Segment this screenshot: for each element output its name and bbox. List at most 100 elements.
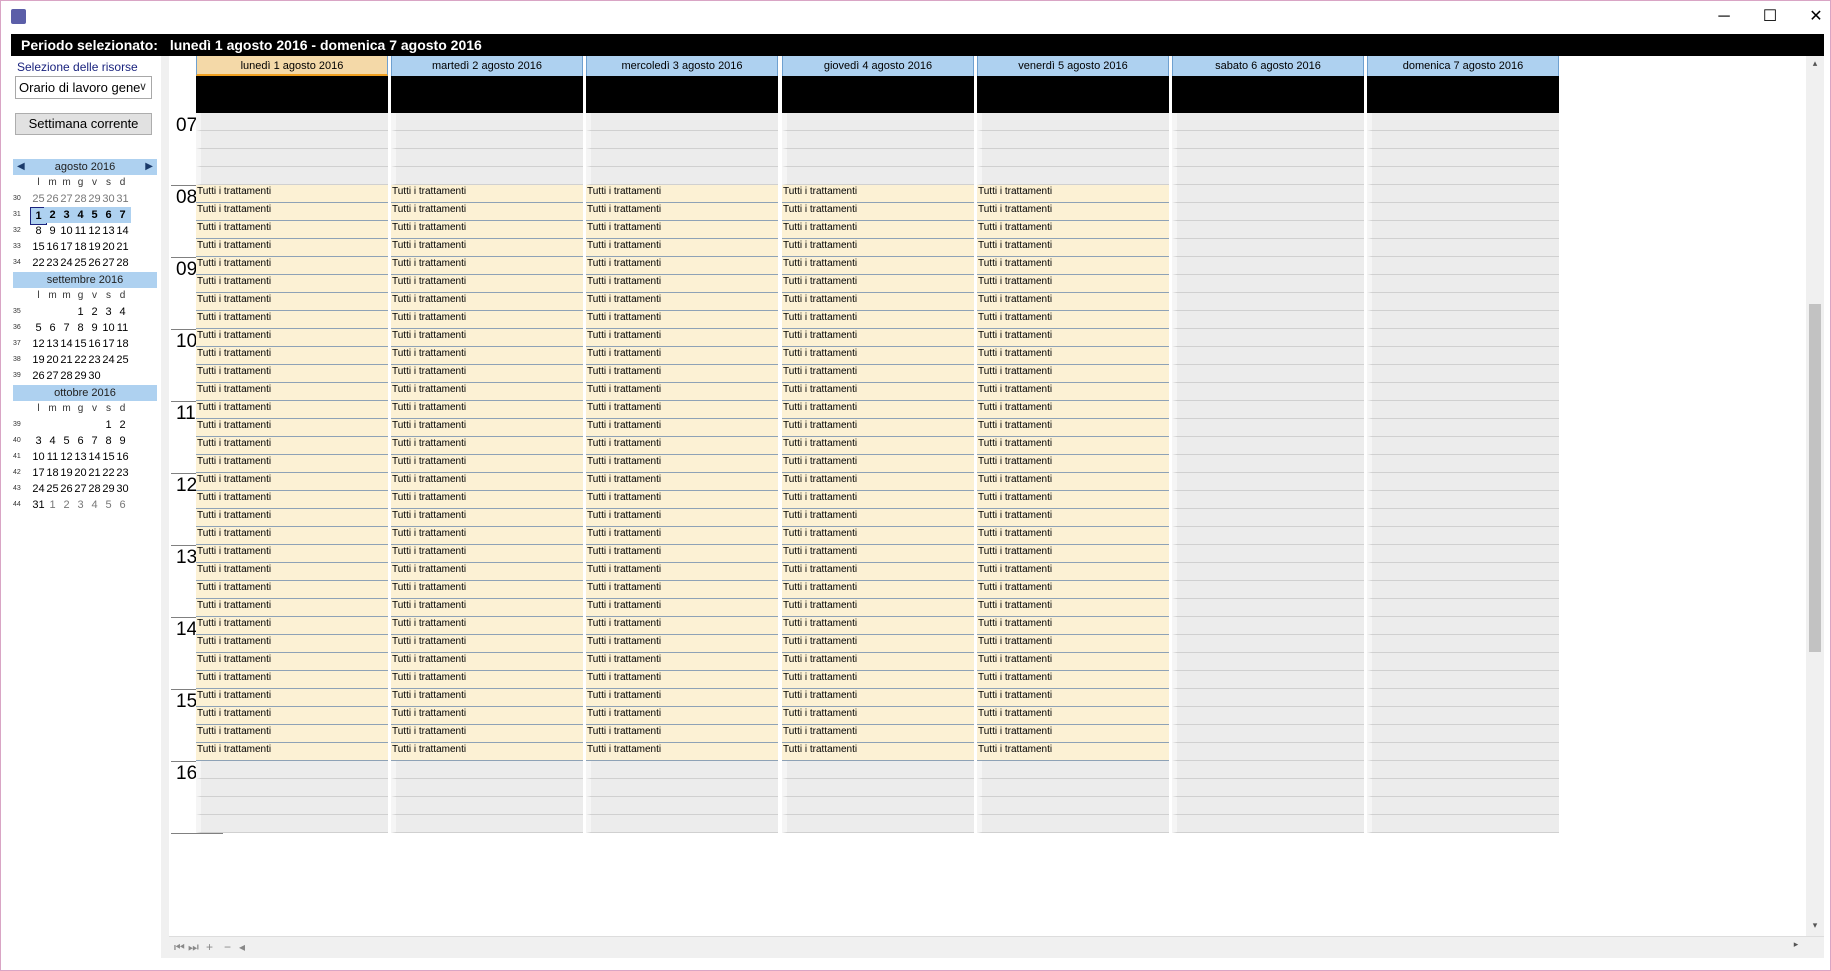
appointment-slot[interactable]: Tutti i trattamenti: [977, 311, 1169, 329]
appointment-slot[interactable]: Tutti i trattamenti: [586, 653, 778, 671]
appointment-slot[interactable]: Tutti i trattamenti: [977, 329, 1169, 347]
appointment-slot[interactable]: Tutti i trattamenti: [977, 527, 1169, 545]
empty-slot[interactable]: [1172, 707, 1364, 725]
appointment-slot[interactable]: Tutti i trattamenti: [586, 239, 778, 257]
empty-slot[interactable]: [782, 131, 974, 149]
appointment-slot[interactable]: Tutti i trattamenti: [586, 671, 778, 689]
appointment-slot[interactable]: Tutti i trattamenti: [586, 365, 778, 383]
empty-slot[interactable]: [1367, 329, 1559, 347]
appointment-slot[interactable]: Tutti i trattamenti: [391, 707, 583, 725]
appointment-slot[interactable]: Tutti i trattamenti: [196, 329, 388, 347]
appointment-slot[interactable]: Tutti i trattamenti: [391, 671, 583, 689]
appointment-slot[interactable]: Tutti i trattamenti: [977, 401, 1169, 419]
appointment-slot[interactable]: Tutti i trattamenti: [782, 527, 974, 545]
empty-slot[interactable]: [1367, 509, 1559, 527]
empty-slot[interactable]: [1367, 815, 1559, 833]
empty-slot[interactable]: [1367, 455, 1559, 473]
appointment-slot[interactable]: Tutti i trattamenti: [391, 617, 583, 635]
appointment-slot[interactable]: Tutti i trattamenti: [782, 545, 974, 563]
appointment-slot[interactable]: Tutti i trattamenti: [586, 185, 778, 203]
empty-slot[interactable]: [1172, 329, 1364, 347]
empty-slot[interactable]: [1172, 419, 1364, 437]
appointment-slot[interactable]: Tutti i trattamenti: [586, 203, 778, 221]
scroll-down-icon[interactable]: ▾: [1806, 920, 1824, 931]
day-header[interactable]: martedì 2 agosto 2016: [391, 56, 583, 76]
appointment-slot[interactable]: Tutti i trattamenti: [977, 347, 1169, 365]
empty-slot[interactable]: [1172, 545, 1364, 563]
empty-slot[interactable]: [586, 167, 778, 185]
appointment-slot[interactable]: Tutti i trattamenti: [782, 383, 974, 401]
empty-slot[interactable]: [1367, 581, 1559, 599]
day-cell[interactable]: 6: [114, 497, 131, 513]
appointment-slot[interactable]: Tutti i trattamenti: [782, 689, 974, 707]
appointment-slot[interactable]: Tutti i trattamenti: [977, 275, 1169, 293]
empty-slot[interactable]: [1172, 725, 1364, 743]
appointment-slot[interactable]: Tutti i trattamenti: [196, 617, 388, 635]
appointment-slot[interactable]: Tutti i trattamenti: [391, 725, 583, 743]
empty-slot[interactable]: [1367, 131, 1559, 149]
empty-slot[interactable]: [1172, 131, 1364, 149]
empty-slot[interactable]: [1172, 401, 1364, 419]
empty-slot[interactable]: [1172, 815, 1364, 833]
empty-slot[interactable]: [1367, 401, 1559, 419]
appointment-slot[interactable]: Tutti i trattamenti: [196, 545, 388, 563]
appointment-slot[interactable]: Tutti i trattamenti: [586, 275, 778, 293]
appointment-slot[interactable]: Tutti i trattamenti: [977, 581, 1169, 599]
empty-slot[interactable]: [1367, 761, 1559, 779]
empty-slot[interactable]: [1172, 671, 1364, 689]
empty-slot[interactable]: [1172, 509, 1364, 527]
appointment-slot[interactable]: Tutti i trattamenti: [782, 185, 974, 203]
appointment-slot[interactable]: Tutti i trattamenti: [977, 257, 1169, 275]
appointment-slot[interactable]: Tutti i trattamenti: [977, 743, 1169, 761]
appointment-slot[interactable]: Tutti i trattamenti: [196, 419, 388, 437]
empty-slot[interactable]: [977, 797, 1169, 815]
appointment-slot[interactable]: Tutti i trattamenti: [391, 527, 583, 545]
empty-slot[interactable]: [1367, 365, 1559, 383]
appointment-slot[interactable]: Tutti i trattamenti: [782, 707, 974, 725]
empty-slot[interactable]: [1172, 293, 1364, 311]
empty-slot[interactable]: [1172, 383, 1364, 401]
empty-slot[interactable]: [1367, 257, 1559, 275]
appointment-slot[interactable]: Tutti i trattamenti: [586, 437, 778, 455]
empty-slot[interactable]: [1367, 689, 1559, 707]
empty-slot[interactable]: [1367, 707, 1559, 725]
empty-slot[interactable]: [586, 779, 778, 797]
appointment-slot[interactable]: Tutti i trattamenti: [977, 473, 1169, 491]
empty-slot[interactable]: [1367, 185, 1559, 203]
empty-slot[interactable]: [196, 779, 388, 797]
appointment-slot[interactable]: Tutti i trattamenti: [782, 473, 974, 491]
appointment-slot[interactable]: Tutti i trattamenti: [782, 401, 974, 419]
appointment-slot[interactable]: Tutti i trattamenti: [586, 473, 778, 491]
appointment-slot[interactable]: Tutti i trattamenti: [196, 365, 388, 383]
empty-slot[interactable]: [1172, 743, 1364, 761]
empty-slot[interactable]: [1367, 797, 1559, 815]
empty-slot[interactable]: [1367, 725, 1559, 743]
appointment-slot[interactable]: Tutti i trattamenti: [391, 455, 583, 473]
all-day-area[interactable]: [1172, 76, 1364, 113]
empty-slot[interactable]: [196, 797, 388, 815]
empty-slot[interactable]: [391, 761, 583, 779]
empty-slot[interactable]: [586, 815, 778, 833]
all-day-area[interactable]: [977, 76, 1169, 113]
horizontal-scrollbar[interactable]: ▸: [257, 939, 1805, 956]
appointment-slot[interactable]: Tutti i trattamenti: [782, 455, 974, 473]
appointment-slot[interactable]: Tutti i trattamenti: [977, 419, 1169, 437]
appointment-slot[interactable]: Tutti i trattamenti: [782, 257, 974, 275]
appointment-slot[interactable]: Tutti i trattamenti: [391, 635, 583, 653]
empty-slot[interactable]: [1172, 167, 1364, 185]
empty-slot[interactable]: [977, 113, 1169, 131]
day-cell[interactable]: 30: [86, 368, 103, 384]
empty-slot[interactable]: [1367, 671, 1559, 689]
empty-slot[interactable]: [1172, 275, 1364, 293]
appointment-slot[interactable]: Tutti i trattamenti: [391, 239, 583, 257]
empty-slot[interactable]: [782, 761, 974, 779]
appointment-slot[interactable]: Tutti i trattamenti: [196, 437, 388, 455]
all-day-area[interactable]: [586, 76, 778, 113]
appointment-slot[interactable]: Tutti i trattamenti: [586, 581, 778, 599]
appointment-slot[interactable]: Tutti i trattamenti: [782, 617, 974, 635]
appointment-slot[interactable]: Tutti i trattamenti: [586, 257, 778, 275]
appointment-slot[interactable]: Tutti i trattamenti: [977, 707, 1169, 725]
day-cell[interactable]: 31: [114, 191, 131, 207]
day-cell[interactable]: 4: [114, 304, 131, 320]
day-cell[interactable]: 11: [114, 320, 131, 336]
